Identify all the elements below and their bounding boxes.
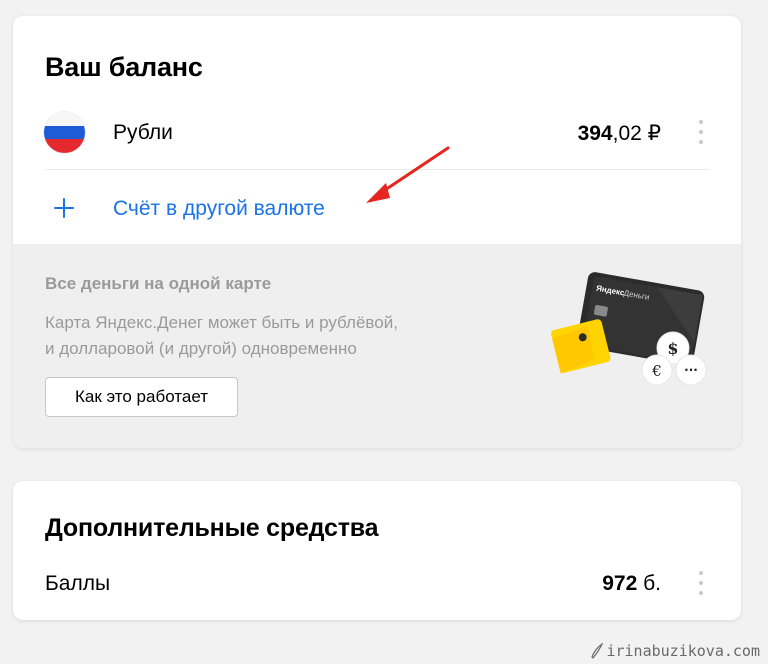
promo-text: Карта Яндекс.Денег может быть и рублёвой… bbox=[45, 310, 465, 362]
russia-flag-icon bbox=[44, 112, 85, 153]
pen-icon bbox=[591, 643, 604, 659]
extra-funds-card: Дополнительные средства Баллы 972 б. bbox=[13, 481, 741, 620]
watermark: irinabuzikova.com bbox=[590, 642, 760, 660]
promo-text-line-2: и долларовой (и другой) одновременно bbox=[45, 339, 357, 358]
add-currency-account-link[interactable]: Счёт в другой валюте bbox=[113, 197, 325, 221]
red-arrow-annotation-icon bbox=[366, 146, 450, 203]
rub-balance-dec: ,02 ₽ bbox=[612, 122, 661, 145]
points-more-menu-icon[interactable] bbox=[697, 571, 705, 595]
points-amount-unit: б. bbox=[637, 572, 661, 595]
balance-card: Ваш баланс Рубли 394,02 ₽ Счёт в другой … bbox=[13, 16, 741, 448]
promo-banner: Все деньги на одной карте Карта Яндекс.Д… bbox=[13, 244, 741, 448]
promo-title: Все деньги на одной карте bbox=[45, 274, 272, 293]
extra-funds-title: Дополнительные средства bbox=[45, 514, 379, 542]
multicurrency-card-illustration: Яндекс Деньги $ € ··· bbox=[551, 272, 707, 386]
points-row[interactable]: Баллы 972 б. bbox=[13, 555, 741, 611]
points-label: Баллы bbox=[45, 572, 111, 595]
points-amount: 972 б. bbox=[602, 572, 661, 596]
svg-text:···: ··· bbox=[684, 363, 698, 377]
rub-account-label: Рубли bbox=[113, 121, 173, 144]
svg-text:$: $ bbox=[667, 339, 678, 358]
rub-more-menu-icon[interactable] bbox=[697, 120, 705, 144]
watermark-text: irinabuzikova.com bbox=[606, 642, 760, 660]
euro-coin-icon: € bbox=[641, 354, 673, 386]
how-it-works-button[interactable]: Как это работает bbox=[45, 377, 238, 417]
promo-text-line-1: Карта Яндекс.Денег может быть и рублёвой… bbox=[45, 313, 398, 332]
more-currencies-coin-icon: ··· bbox=[675, 354, 707, 386]
points-amount-int: 972 bbox=[602, 572, 638, 595]
rub-balance-int: 394 bbox=[577, 122, 613, 145]
plus-icon[interactable] bbox=[53, 197, 75, 219]
rub-balance-amount: 394,02 ₽ bbox=[578, 121, 661, 146]
svg-text:€: € bbox=[651, 362, 662, 380]
balance-title: Ваш баланс bbox=[45, 52, 203, 82]
